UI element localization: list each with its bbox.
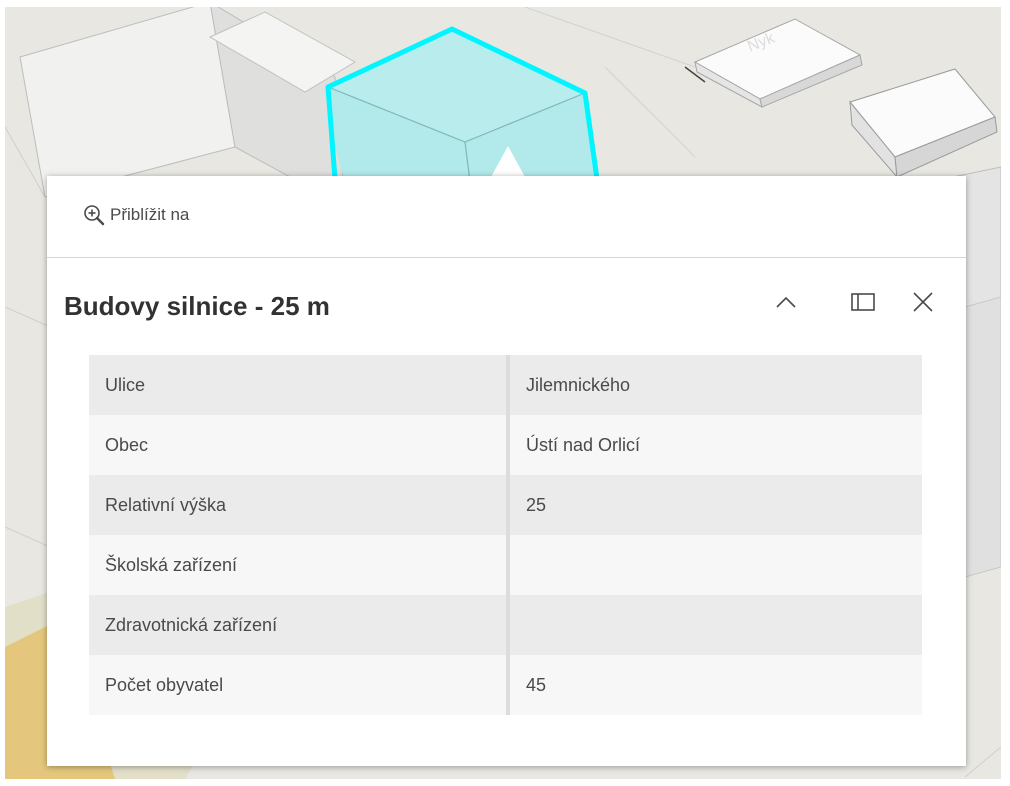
field-value: 25 — [508, 475, 922, 535]
dock-panel-icon — [851, 293, 875, 311]
table-row: Zdravotnická zařízení — [89, 595, 922, 655]
field-value — [508, 595, 922, 655]
field-label: Zdravotnická zařízení — [89, 595, 510, 655]
field-value — [508, 535, 922, 595]
chevron-up-icon — [776, 296, 796, 308]
zoom-in-icon — [84, 205, 105, 226]
dock-button[interactable] — [845, 284, 881, 320]
table-row: Relativní výška 25 — [89, 475, 922, 535]
popup-divider — [47, 257, 966, 258]
zoom-to-button[interactable]: Přiblížit na — [82, 202, 189, 228]
table-row: Školská zařízení — [89, 535, 922, 595]
collapse-button[interactable] — [768, 284, 804, 320]
field-label: Relativní výška — [89, 475, 510, 535]
table-row: Ulice Jilemnického — [89, 355, 922, 415]
field-value: Jilemnického — [508, 355, 922, 415]
close-icon — [913, 292, 933, 312]
popup-title: Budovy silnice - 25 m — [64, 291, 330, 321]
field-label: Obec — [89, 415, 510, 475]
table-row: Obec Ústí nad Orlicí — [89, 415, 922, 475]
field-label: Ulice — [89, 355, 510, 415]
feature-popup: Přiblížit na Budovy silnice - 25 m Ulice… — [47, 176, 966, 766]
popup-pointer — [491, 146, 525, 177]
field-label: Školská zařízení — [89, 535, 510, 595]
field-value: Ústí nad Orlicí — [508, 415, 922, 475]
close-button[interactable] — [905, 284, 941, 320]
zoom-to-label: Přiblížit na — [110, 205, 190, 224]
field-value: 45 — [508, 655, 922, 715]
attribute-table: Ulice Jilemnického Obec Ústí nad Orlicí … — [89, 355, 922, 715]
table-row: Počet obyvatel 45 — [89, 655, 922, 715]
field-label: Počet obyvatel — [89, 655, 510, 715]
